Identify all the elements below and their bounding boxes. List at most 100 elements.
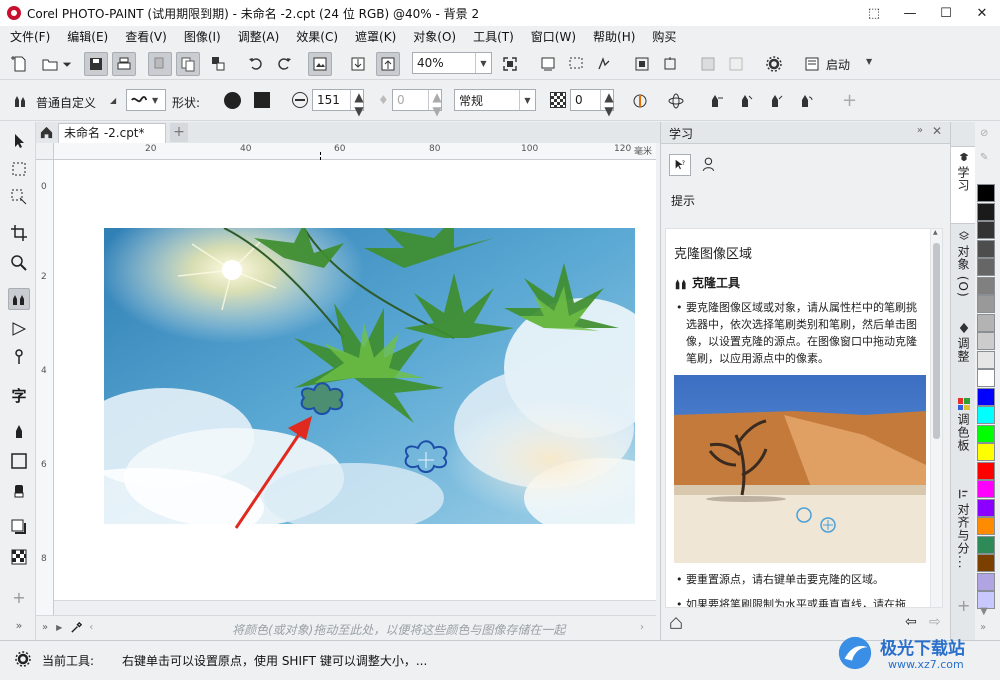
brush-picker-dropdown-icon[interactable]: ▼ xyxy=(152,96,158,105)
color-swatch[interactable] xyxy=(977,535,995,554)
menu-view[interactable]: 查看(V) xyxy=(125,28,167,45)
import-icon[interactable] xyxy=(346,52,370,76)
menu-adjust[interactable]: 调整(A) xyxy=(238,28,280,45)
palette-scroll-left-icon[interactable]: ‹ xyxy=(89,622,93,633)
opacity-stepper[interactable]: ▲ ▼ xyxy=(428,90,442,118)
object-marquee-icon[interactable] xyxy=(630,52,654,76)
transparency-input[interactable]: 0 ▲ ▼ xyxy=(570,89,614,118)
brush-category-dropdown-icon[interactable]: ◢ xyxy=(110,96,116,105)
brush-picker[interactable]: ▼ xyxy=(126,89,166,111)
clone-mode-1-icon[interactable] xyxy=(704,89,728,113)
redo-icon[interactable] xyxy=(272,52,296,76)
color-swatch[interactable] xyxy=(977,350,995,369)
add-docker-icon[interactable]: + xyxy=(957,596,970,615)
canvas-horizontal-scrollbar[interactable] xyxy=(54,600,656,615)
eraser-tool-icon[interactable] xyxy=(8,480,30,502)
cut-icon[interactable] xyxy=(148,52,172,76)
color-swatch[interactable] xyxy=(977,406,995,424)
color-swatch[interactable] xyxy=(977,221,995,239)
color-swatch[interactable] xyxy=(977,443,995,461)
palette-no-color-icon[interactable]: ⊘ xyxy=(980,128,988,139)
menu-buy[interactable]: 购买 xyxy=(652,28,676,45)
dock-tab-objects[interactable]: 对象 (O) xyxy=(951,226,976,306)
pick-tool-icon[interactable] xyxy=(8,130,30,152)
round-shape-button[interactable] xyxy=(224,92,241,109)
palette-menu-icon[interactable]: » xyxy=(42,622,48,633)
palette-pen-icon[interactable]: ✎ xyxy=(980,152,988,163)
add-property-icon[interactable]: + xyxy=(842,90,857,111)
eyedropper-tool-icon[interactable] xyxy=(8,346,30,368)
menu-help[interactable]: 帮助(H) xyxy=(593,28,635,45)
grid-disabled-icon[interactable] xyxy=(696,52,720,76)
drop-shadow-tool-icon[interactable] xyxy=(8,516,30,538)
image-photo[interactable] xyxy=(104,228,635,524)
panel-collapse-icon[interactable]: » xyxy=(917,125,923,136)
print-icon[interactable] xyxy=(112,52,136,76)
home-icon[interactable] xyxy=(39,125,54,143)
paint-tool-icon[interactable] xyxy=(8,420,30,442)
dock-tab-learn[interactable]: 学习 xyxy=(951,146,976,224)
mask-marquee-icon[interactable] xyxy=(564,52,588,76)
panel-close-icon[interactable]: ✕ xyxy=(932,124,942,138)
dock-tab-palette[interactable]: 调色板 xyxy=(951,394,976,468)
clone-mode-3-icon[interactable] xyxy=(764,89,788,113)
new-tab-icon[interactable]: + xyxy=(170,123,188,142)
minimize-button[interactable]: — xyxy=(892,0,928,26)
color-swatch[interactable] xyxy=(977,258,995,276)
open-folder-icon[interactable] xyxy=(38,52,62,76)
clone-mode-4-icon[interactable] xyxy=(794,89,818,113)
color-swatch[interactable] xyxy=(977,239,995,258)
rectangle-mask-icon[interactable] xyxy=(8,158,30,180)
full-screen-icon[interactable] xyxy=(498,52,522,76)
vertical-ruler[interactable]: 0 2 4 6 8 xyxy=(36,160,54,615)
hints-home-icon[interactable] xyxy=(669,616,683,633)
close-button[interactable]: ✕ xyxy=(964,0,1000,26)
color-swatch[interactable] xyxy=(977,572,995,591)
zoom-dropdown-icon[interactable]: ▼ xyxy=(475,53,491,73)
color-swatch[interactable] xyxy=(977,498,995,517)
maximize-button[interactable]: ☐ xyxy=(928,0,964,26)
square-shape-button[interactable] xyxy=(254,92,270,108)
menu-effects[interactable]: 效果(C) xyxy=(296,28,338,45)
nib-size-input[interactable]: 151 ▲ ▼ xyxy=(312,89,364,118)
menu-mask[interactable]: 遮罩(K) xyxy=(355,28,396,45)
color-swatch[interactable] xyxy=(977,332,995,350)
palette-scroll-down-icon[interactable]: ▼ xyxy=(980,606,988,617)
menu-object[interactable]: 对象(O) xyxy=(413,28,456,45)
dock-tab-adjust[interactable]: 调整 xyxy=(951,318,976,374)
ruler-corner[interactable] xyxy=(36,143,54,160)
color-swatch[interactable] xyxy=(977,554,995,572)
menu-image[interactable]: 图像(I) xyxy=(184,28,221,45)
open-dropdown-icon[interactable] xyxy=(60,52,74,76)
add-tool-icon[interactable]: + xyxy=(8,586,30,608)
zoom-level-select[interactable]: 40% ▼ xyxy=(412,52,492,74)
mask-overlay-icon[interactable] xyxy=(536,52,560,76)
tab-document[interactable]: 未命名 -2.cpt* xyxy=(58,123,166,143)
launch-icon[interactable] xyxy=(800,52,824,76)
status-gear-icon[interactable] xyxy=(14,650,32,671)
text-tool-icon[interactable]: 字 xyxy=(8,384,30,406)
lasso-options-icon[interactable] xyxy=(592,52,616,76)
object-shape-icon[interactable] xyxy=(658,52,682,76)
nib-size-stepper[interactable]: ▲ ▼ xyxy=(350,90,364,118)
color-swatch[interactable] xyxy=(977,369,995,387)
save-icon[interactable] xyxy=(84,52,108,76)
palette-dropdown-icon[interactable]: ▶ xyxy=(56,623,62,632)
palette-eyedropper-icon[interactable] xyxy=(70,621,83,634)
learn-scroll-thumb[interactable] xyxy=(933,243,940,439)
menu-file[interactable]: 文件(F) xyxy=(10,28,50,45)
zoom-tool-icon[interactable] xyxy=(8,252,30,274)
antialias-icon[interactable] xyxy=(628,89,652,113)
export-icon[interactable] xyxy=(376,52,400,76)
mask-transform-icon[interactable] xyxy=(8,186,30,208)
learn-scrollbar[interactable]: ▲ xyxy=(930,229,942,607)
brush-category-label[interactable]: 普通自定义 xyxy=(36,94,96,111)
scroll-up-icon[interactable]: ▲ xyxy=(933,229,938,236)
guidelines-disabled-icon[interactable] xyxy=(724,52,748,76)
menu-edit[interactable]: 编辑(E) xyxy=(67,28,108,45)
symmetry-icon[interactable] xyxy=(664,89,688,113)
merge-mode-select[interactable]: 常规 ▼ xyxy=(454,89,536,111)
touch-up-brush-icon[interactable] xyxy=(8,318,30,340)
hints-tab-button[interactable]: ? xyxy=(669,154,691,176)
launch-button[interactable]: 启动 xyxy=(826,56,850,73)
